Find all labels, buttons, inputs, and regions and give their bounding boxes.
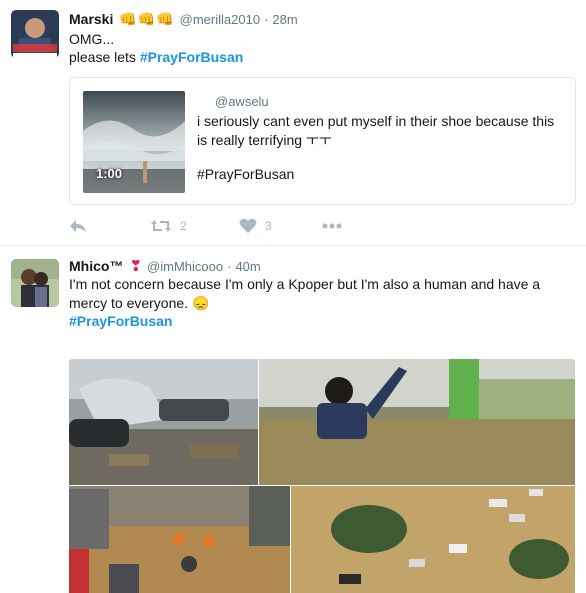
user-name[interactable]: Marski [69,11,113,27]
user-name[interactable]: Mhico™ [69,258,123,274]
fist-emoji-icons: 👊👊👊 [119,10,175,27]
like-count: 3 [265,219,272,233]
quoted-tweet-text: i seriously cant even put myself in thei… [197,113,555,148]
retweet-icon [151,220,171,232]
retweet-button[interactable]: 2 [150,218,239,234]
more-dots-icon [322,223,342,229]
tweet-text-line2: please lets #PrayForBusan [69,48,243,67]
quoted-hashtag[interactable]: #PrayForBusan [197,166,294,182]
video-thumbnail[interactable]: 1:00 [83,91,185,193]
tweet-actions: 2 3 [69,215,342,237]
timestamp[interactable]: 40m [235,259,260,274]
reply-button[interactable] [69,218,150,234]
separator-dot: · [227,258,232,274]
flood-photo-collage[interactable] [69,359,575,593]
quoted-tweet[interactable]: 1:00 @awselu i seriously cant even put m… [69,77,576,205]
quoted-user-handle[interactable]: @awselu [215,94,269,109]
more-button[interactable] [322,223,342,229]
hashtag-link[interactable]: #PrayForBusan [140,49,243,65]
tweet-text-line1: OMG... [69,31,115,47]
video-duration: 1:00 [96,166,123,181]
tweet-marski[interactable]: Marski 👊👊👊 @merilla2010 · 28m OMG... ple… [0,0,586,246]
tweet2-hashtag-link[interactable]: #PrayForBusan [69,312,172,331]
retweet-count: 2 [180,219,187,233]
user-handle[interactable]: @merilla2010 [180,12,260,27]
tweet2-header: Mhico™ ❣ @imMhicooo · 40m [69,256,261,276]
avatar[interactable] [11,10,59,58]
tweet2-text: I'm not concern because I'm only a Kpope… [69,276,541,311]
like-button[interactable]: 3 [239,218,322,234]
tweet-text-prefix: please lets [69,49,140,65]
reply-icon [70,220,86,232]
timestamp[interactable]: 28m [272,12,297,27]
separator-dot: · [264,11,269,27]
heart-exclamation-icon: ❣ [129,258,143,275]
heart-icon [239,218,257,233]
avatar[interactable] [11,259,59,307]
tweet-header: Marski 👊👊👊 @merilla2010 · 28m [69,9,298,29]
user-handle[interactable]: @imMhicooo [147,259,223,274]
